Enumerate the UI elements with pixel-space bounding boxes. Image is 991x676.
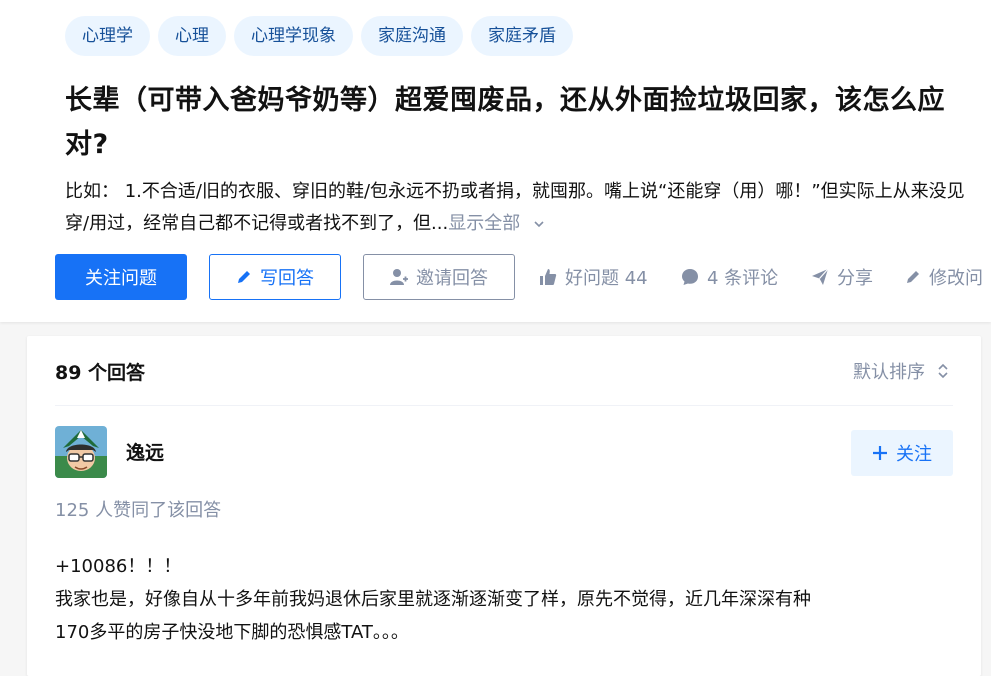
invite-answer-label: 邀请回答 (416, 268, 488, 289)
show-all-link[interactable]: 显示全部 (448, 213, 544, 234)
comment-icon (682, 269, 698, 285)
follow-author-button[interactable]: 关注 (851, 430, 953, 476)
question-detail: 比如： 1.不合适/旧的衣服、穿旧的鞋/包永远不扔或者捐，就囤那。嘴上说“还能穿… (65, 176, 985, 240)
pencil-icon (238, 271, 250, 283)
vote-count: 125 人赞同了该回答 (55, 500, 222, 521)
chevron-down-icon (534, 221, 544, 228)
answer-author: 逸远 关注 (55, 426, 953, 480)
paper-plane-icon (812, 268, 829, 285)
question-header: 心理学 心理 心理学现象 家庭沟通 家庭矛盾 长辈（可带入爸妈爷奶等）超爱囤废品… (0, 0, 991, 322)
comments-button[interactable]: 4 条评论 (681, 254, 778, 300)
share-label: 分享 (837, 268, 873, 289)
sort-dropdown[interactable]: 默认排序 (853, 358, 949, 384)
thumbs-up-icon (540, 269, 557, 285)
edit-question-button[interactable]: 修改问 (905, 254, 983, 300)
avatar-image (55, 426, 107, 478)
topic-tag[interactable]: 心理学 (65, 16, 150, 56)
question-title: 长辈（可带入爸妈爷奶等）超爱囤废品，还从外面捡垃圾回家，该怎么应对? (65, 85, 945, 160)
show-all-label: 显示全部 (448, 213, 521, 234)
answers-header: 89 个回答 默认排序 (55, 336, 953, 406)
answer-content: +10086！！！ 我家也是，好像自从十多年前我妈退休后家里就逐渐逐渐变了样，原… (55, 550, 953, 649)
good-question-button[interactable]: 好问题 44 (539, 254, 648, 300)
follow-question-button[interactable]: 关注问题 (55, 254, 187, 300)
follow-question-label: 关注问题 (85, 268, 157, 289)
good-question-label: 好问题 44 (565, 268, 648, 289)
write-answer-label: 写回答 (260, 268, 314, 289)
pencil-icon (907, 271, 919, 283)
follow-author-label: 关注 (896, 444, 932, 465)
share-button[interactable]: 分享 (811, 254, 873, 300)
invite-answer-button[interactable]: 邀请回答 (363, 254, 515, 300)
answer-paragraph: +10086！！！ (55, 556, 182, 577)
sort-chevron-icon (938, 363, 948, 379)
answer-paragraph: 170多平的房子快没地下脚的恐惧感TAT。。。 (55, 622, 409, 643)
avatar[interactable] (55, 426, 107, 478)
topic-tag[interactable]: 家庭沟通 (361, 16, 463, 56)
topic-tags: 心理学 心理 心理学现象 家庭沟通 家庭矛盾 (65, 16, 573, 56)
answer-paragraph: 我家也是，好像自从十多年前我妈退休后家里就逐渐逐渐变了样，原先不觉得，近几年深深… (55, 589, 811, 610)
answers-count: 89 个回答 (55, 362, 146, 384)
plus-icon (873, 446, 887, 460)
write-answer-button[interactable]: 写回答 (209, 254, 341, 300)
comments-label: 4 条评论 (707, 268, 779, 289)
topic-tag[interactable]: 心理学现象 (234, 16, 353, 56)
author-name[interactable]: 逸远 (126, 438, 164, 465)
topic-tag[interactable]: 家庭矛盾 (471, 16, 573, 56)
answers-list: 89 个回答 默认排序 逸远 关注 125 人赞同了该回答 +10086！！！ … (27, 336, 981, 676)
question-actions: 关注问题 写回答 邀请回答 好问题 44 4 条评论 分享 修改问 (55, 254, 991, 300)
edit-question-label: 修改问 (929, 268, 983, 289)
topic-tag[interactable]: 心理 (158, 16, 226, 56)
sort-label: 默认排序 (853, 362, 925, 383)
invite-user-icon (390, 269, 408, 285)
